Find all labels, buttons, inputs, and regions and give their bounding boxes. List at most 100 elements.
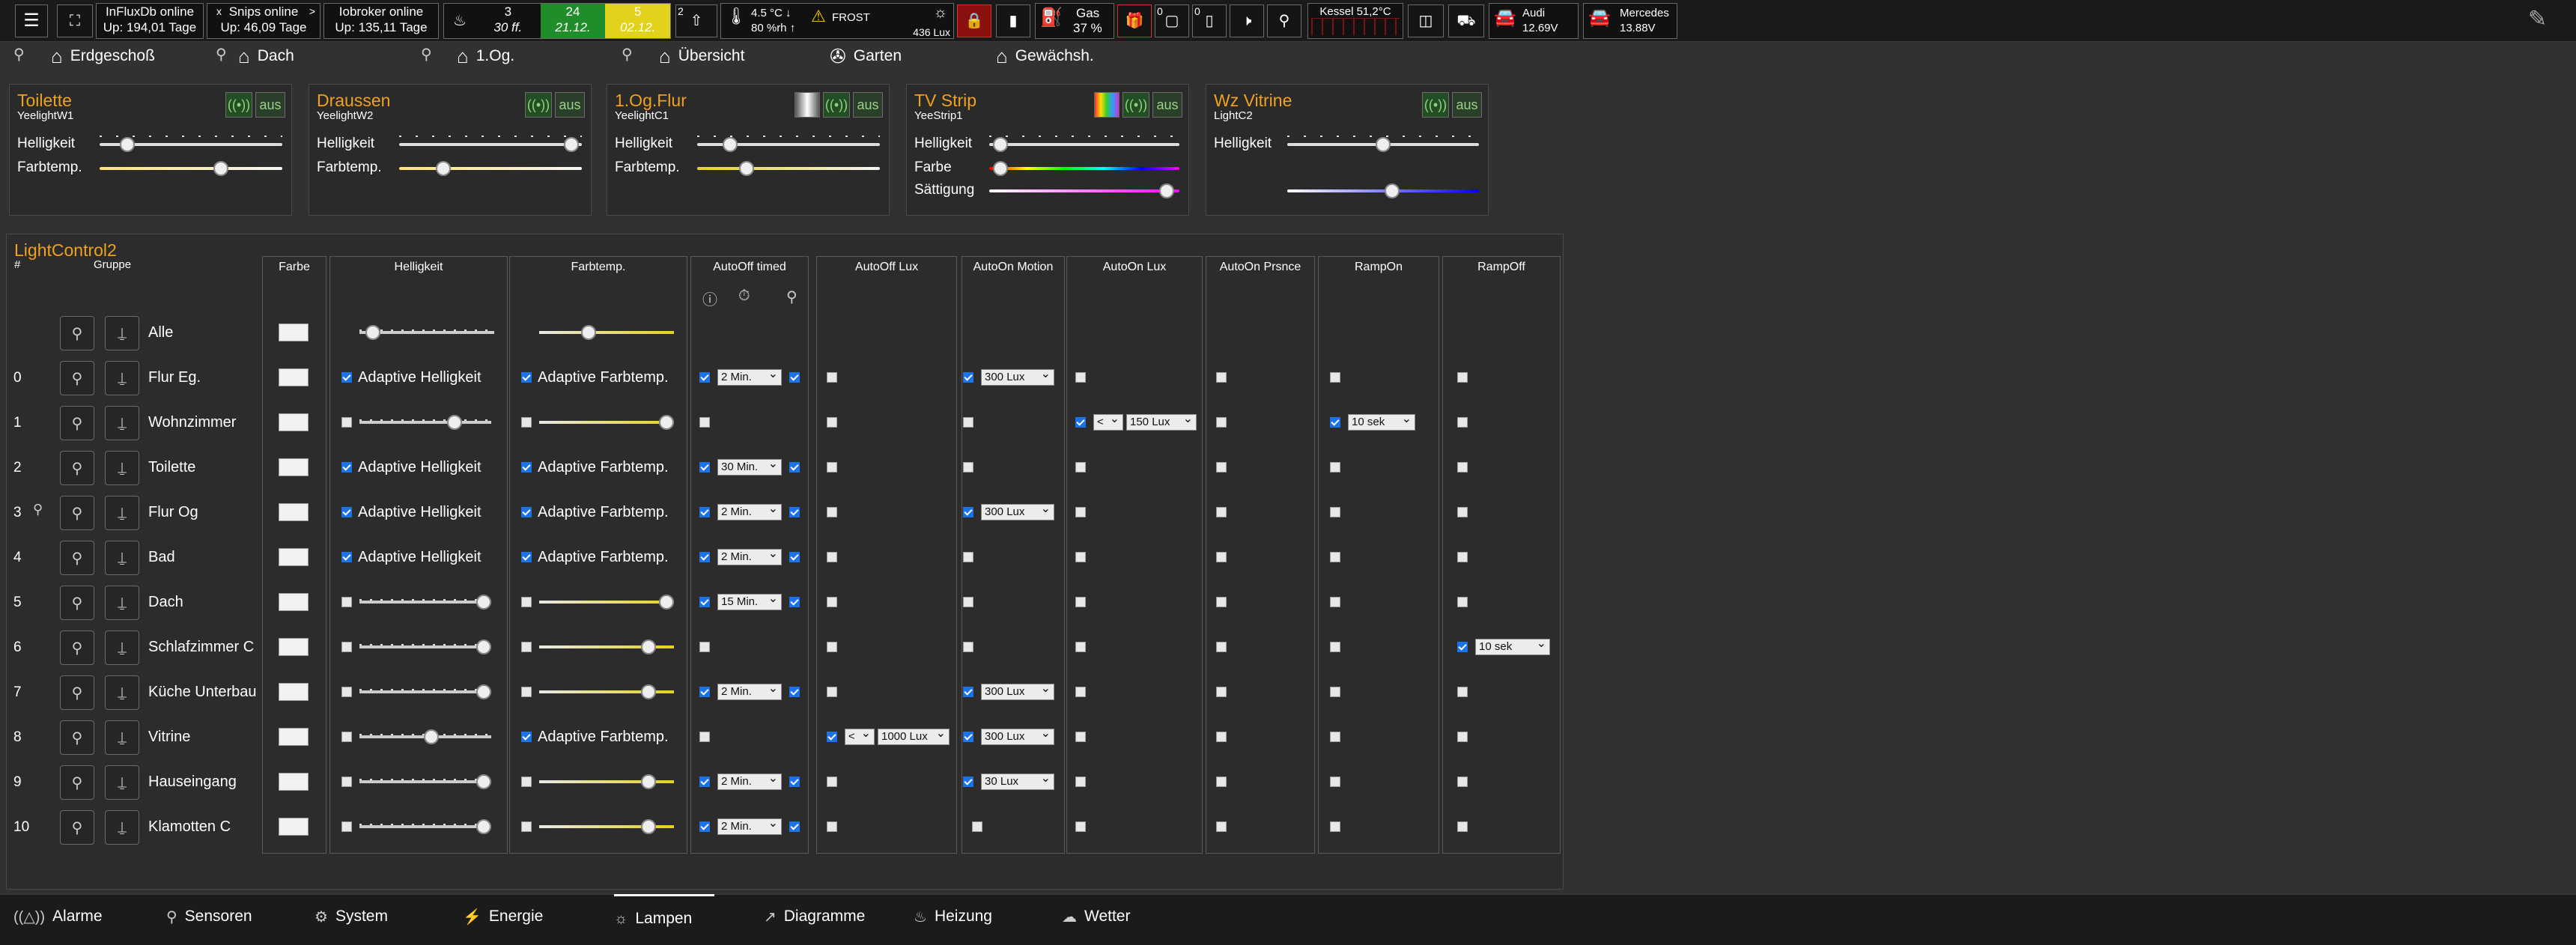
- autooff-lux-checkbox[interactable]: [827, 417, 837, 428]
- audi-widget[interactable]: 🚘 Audi 12.69V: [1489, 3, 1579, 39]
- wifi-icon[interactable]: ((•)): [225, 92, 252, 118]
- light-toggle-button[interactable]: ⚲: [60, 720, 94, 755]
- autoon-lux-value-select[interactable]: 150 Lux: [1126, 412, 1197, 431]
- influxdb-status[interactable]: InFluxDb online Up: 194,01 Tage: [96, 3, 204, 39]
- snips-status[interactable]: x > Snips online Up: 46,09 Tage: [207, 3, 321, 39]
- autoon-motion-checkbox[interactable]: [963, 507, 973, 517]
- autoon-motion-checkbox[interactable]: [963, 642, 973, 652]
- light-card-slider[interactable]: [989, 136, 1179, 152]
- brightness-slider[interactable]: [359, 729, 491, 744]
- adaptive-colortemp-checkbox[interactable]: [521, 552, 532, 562]
- autoon-lux-checkbox[interactable]: [1075, 642, 1086, 652]
- rampoff-checkbox[interactable]: [1457, 417, 1468, 428]
- gas-widget[interactable]: ⛽ Gas 37 %: [1035, 3, 1114, 39]
- colortemp-checkbox[interactable]: [521, 417, 532, 428]
- autooff-motion-checkbox[interactable]: [789, 507, 800, 517]
- light-toggle-button[interactable]: ⚲: [60, 496, 94, 530]
- autooff-lux-checkbox[interactable]: [827, 732, 837, 742]
- lamp-toggle-button[interactable]: ⍊: [105, 316, 139, 350]
- autoon-motion-checkbox[interactable]: [963, 777, 973, 787]
- slider-knob[interactable]: [992, 161, 1008, 176]
- lamp-toggle-button[interactable]: ⍊: [105, 630, 139, 665]
- autoon-motion-checkbox[interactable]: [963, 687, 973, 697]
- lamp-toggle-button[interactable]: ⍊: [105, 586, 139, 620]
- autooff-lux-checkbox[interactable]: [827, 507, 837, 517]
- light-card-slider[interactable]: [1287, 183, 1479, 198]
- colortemp-checkbox[interactable]: [521, 821, 532, 832]
- light-card-slider[interactable]: [399, 161, 582, 176]
- slider-knob[interactable]: [581, 325, 596, 340]
- autooff-timed-checkbox[interactable]: [699, 821, 710, 832]
- slider-knob[interactable]: [1158, 183, 1174, 198]
- brightness-checkbox[interactable]: [341, 597, 352, 607]
- wifi-icon[interactable]: ((•)): [1422, 92, 1449, 118]
- brightness-checkbox[interactable]: [341, 821, 352, 832]
- color-swatch[interactable]: [279, 818, 309, 836]
- rampon-checkbox[interactable]: [1330, 462, 1340, 472]
- rampon-checkbox[interactable]: [1330, 777, 1340, 787]
- autooff-lux-checkbox[interactable]: [827, 821, 837, 832]
- autooff-timed-checkbox[interactable]: [699, 507, 710, 517]
- brightness-slider[interactable]: [359, 684, 491, 699]
- off-button[interactable]: aus: [1152, 92, 1182, 118]
- autooff-lux-checkbox[interactable]: [827, 777, 837, 787]
- nav-wetter[interactable]: ☁ Wetter: [1062, 894, 1130, 939]
- autoon-lux-operator-select[interactable]: <: [1093, 412, 1123, 431]
- autooff-lux-checkbox[interactable]: [827, 597, 837, 607]
- lamp-toggle-button[interactable]: ⍊: [105, 765, 139, 800]
- autoon-presence-checkbox[interactable]: [1216, 372, 1227, 383]
- off-button[interactable]: aus: [555, 92, 585, 118]
- light-card-slider[interactable]: [100, 161, 282, 176]
- autoon-presence-checkbox[interactable]: [1216, 732, 1227, 742]
- adaptive-brightness-checkbox[interactable]: [341, 507, 352, 517]
- autoon-motion-checkbox[interactable]: [972, 821, 982, 832]
- room-tab-1[interactable]: ⌂ Erdgeschoß: [51, 43, 155, 69]
- brightness-slider[interactable]: [359, 415, 491, 430]
- lamp-toggle-button[interactable]: ⍊: [105, 496, 139, 530]
- nav-alarme[interactable]: ((△)) Alarme: [13, 894, 103, 939]
- autooff-lux-checkbox[interactable]: [827, 642, 837, 652]
- nav-heizung[interactable]: ♨ Heizung: [914, 894, 992, 939]
- colortemp-slider[interactable]: [539, 325, 674, 340]
- rampon-duration-select[interactable]: 10 sek: [1348, 412, 1415, 431]
- autooff-lux-value-select[interactable]: 1000 Lux: [878, 726, 950, 745]
- color-swatch[interactable]: [279, 548, 309, 566]
- autoon-presence-checkbox[interactable]: [1216, 552, 1227, 562]
- colortemp-slider[interactable]: [539, 639, 674, 654]
- slider-knob[interactable]: [641, 774, 656, 789]
- gift-icon[interactable]: 🎁: [1117, 4, 1152, 37]
- colortemp-slider[interactable]: [539, 774, 674, 789]
- rampoff-checkbox[interactable]: [1457, 597, 1468, 607]
- rampoff-checkbox[interactable]: [1457, 372, 1468, 383]
- rampoff-checkbox[interactable]: [1457, 777, 1468, 787]
- lock-icon[interactable]: 🔒: [957, 4, 991, 37]
- nav-sensoren[interactable]: ⚲ Sensoren: [166, 894, 252, 939]
- fullscreen-icon[interactable]: ⛶: [57, 4, 93, 37]
- autoon-lux-checkbox[interactable]: [1075, 777, 1086, 787]
- colortemp-slider[interactable]: [539, 819, 674, 834]
- edit-pencil-icon[interactable]: ✎: [2528, 6, 2558, 36]
- autoon-motion-checkbox[interactable]: [963, 552, 973, 562]
- light-toggle-button[interactable]: ⚲: [60, 630, 94, 665]
- autooff-motion-checkbox[interactable]: [789, 821, 800, 832]
- slider-knob[interactable]: [641, 684, 656, 699]
- kessel-widget[interactable]: Kessel 51,2°C: [1307, 3, 1403, 39]
- light-card-slider[interactable]: [989, 183, 1179, 198]
- light-toggle-button[interactable]: ⚲: [60, 675, 94, 710]
- nav-diagramme[interactable]: ↗ Diagramme: [764, 894, 865, 939]
- slider-knob[interactable]: [739, 161, 754, 176]
- autooff-time-select[interactable]: 2 Min.: [717, 547, 782, 565]
- brightness-slider[interactable]: [359, 325, 494, 340]
- rampon-checkbox[interactable]: [1330, 642, 1340, 652]
- light-toggle-button[interactable]: ⚲: [60, 406, 94, 440]
- autoon-lux-checkbox[interactable]: [1075, 597, 1086, 607]
- rampon-checkbox[interactable]: [1330, 821, 1340, 832]
- rampoff-checkbox[interactable]: [1457, 642, 1468, 652]
- brightness-slider[interactable]: [359, 819, 491, 834]
- slider-knob[interactable]: [476, 595, 491, 610]
- brightness-checkbox[interactable]: [341, 732, 352, 742]
- lamp-toggle-button[interactable]: ⍊: [105, 675, 139, 710]
- autoon-motion-lux-select[interactable]: 300 Lux: [981, 367, 1054, 386]
- autoon-presence-checkbox[interactable]: [1216, 821, 1227, 832]
- light-card-slider[interactable]: [100, 136, 282, 152]
